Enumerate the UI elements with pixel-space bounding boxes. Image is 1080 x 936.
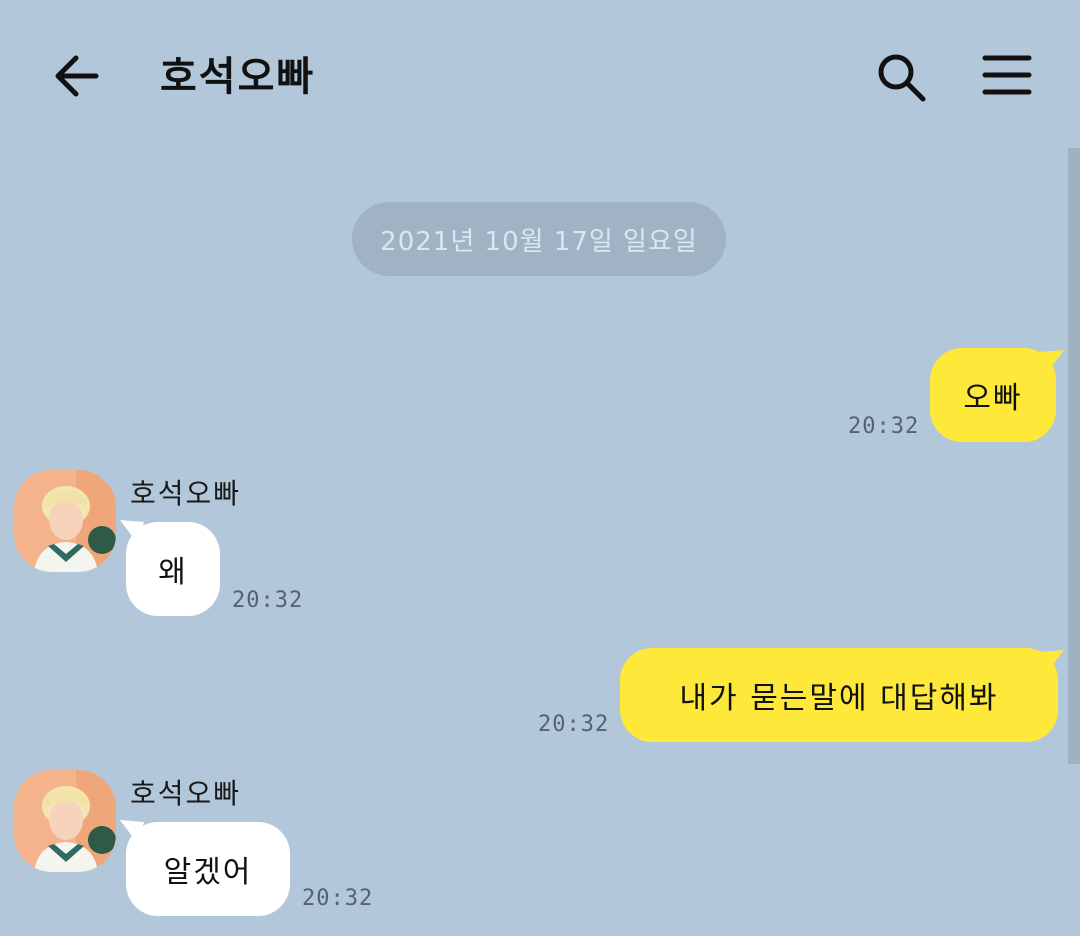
message-time: 20:32 [848, 414, 920, 439]
chat-scrollbar[interactable] [1068, 148, 1080, 764]
search-button[interactable] [872, 48, 930, 106]
message-time: 20:32 [538, 712, 610, 737]
my-message-bubble[interactable]: 내가 묻는말에 대답해봐 [620, 648, 1058, 742]
menu-button[interactable] [978, 48, 1036, 102]
my-message-bubble[interactable]: 오빠 [930, 348, 1056, 442]
search-icon [878, 54, 926, 102]
message-text: 내가 묻는말에 대답해봐 [679, 681, 999, 716]
message-time: 20:32 [302, 886, 374, 911]
sender-name: 호석오빠 [130, 777, 242, 810]
sender-name: 호석오빠 [130, 477, 242, 510]
date-divider: 2021년 10월 17일 일요일 [352, 202, 726, 276]
message-text: 오빠 [963, 381, 1023, 416]
message-text: 알겠어 [163, 855, 253, 890]
their-message-bubble[interactable]: 알겠어 [126, 822, 290, 916]
menu-icon [982, 55, 1032, 95]
chat-header: 호석오빠 [0, 0, 1080, 145]
avatar[interactable] [14, 470, 116, 572]
message-time: 20:32 [232, 588, 304, 613]
their-message-bubble[interactable]: 왜 [126, 522, 220, 616]
bubble-tail [1040, 350, 1064, 374]
message-text: 왜 [158, 555, 188, 590]
profile-photo [14, 470, 116, 572]
avatar[interactable] [14, 770, 116, 872]
profile-photo [14, 770, 116, 872]
back-button[interactable] [48, 48, 104, 104]
chat-title: 호석오빠 [160, 54, 316, 100]
bubble-tail [1040, 650, 1064, 674]
arrow-left-icon [55, 55, 99, 97]
